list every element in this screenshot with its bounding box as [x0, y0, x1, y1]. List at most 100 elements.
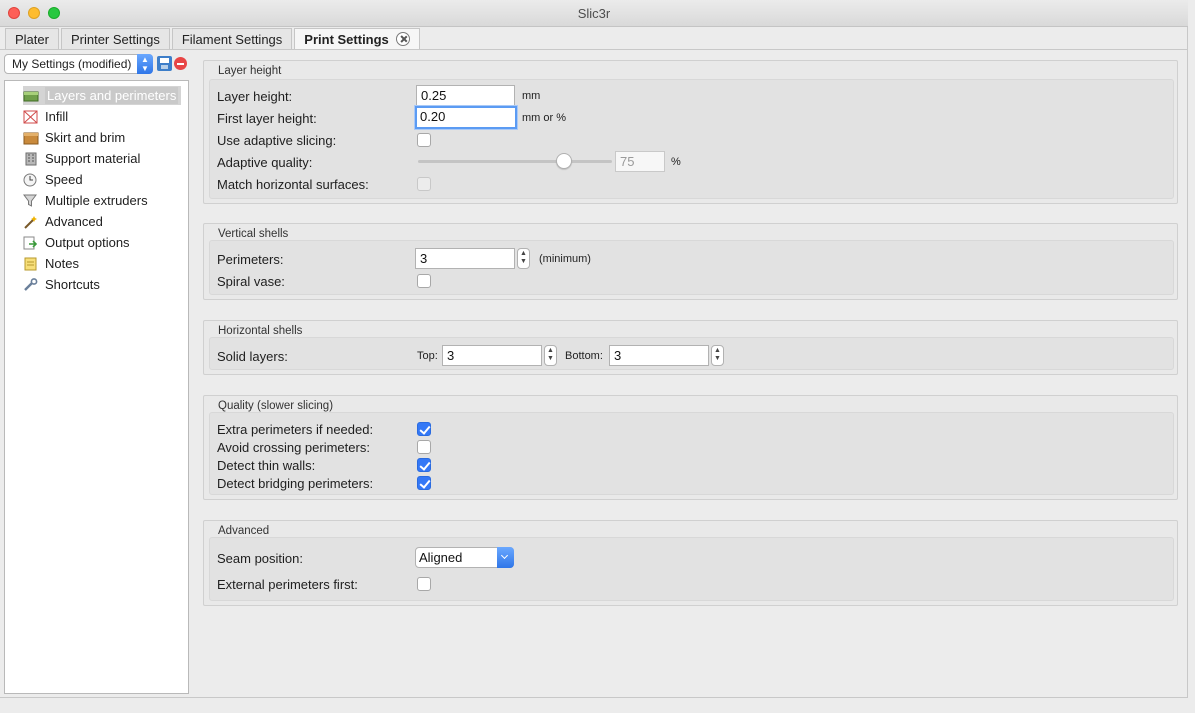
- close-tab-icon[interactable]: [395, 32, 410, 46]
- funnel-icon: [23, 194, 39, 208]
- top-solid-layers-input[interactable]: 3: [442, 345, 542, 366]
- tab-printer-settings[interactable]: Printer Settings: [60, 28, 170, 49]
- bridging-perimeters-checkbox[interactable]: [417, 476, 431, 490]
- layers-icon: [23, 89, 39, 103]
- perimeters-stepper[interactable]: ▲ ▼: [517, 248, 530, 269]
- first-layer-height-unit: mm or %: [522, 112, 566, 124]
- external-perimeters-first-checkbox[interactable]: [417, 577, 431, 591]
- sidebar-item-layers-and-perimeters[interactable]: Layers and perimeters: [23, 86, 182, 105]
- chevron-updown-icon: ▲ ▼: [137, 54, 153, 74]
- adaptive-slicing-label: Use adaptive slicing:: [217, 133, 337, 148]
- seam-position-value: Aligned: [419, 550, 463, 565]
- adaptive-quality-slider[interactable]: [418, 160, 612, 163]
- tab-bar: Plater Printer Settings Filament Setting…: [5, 28, 422, 49]
- sidebar-item-label: Support material: [45, 151, 141, 166]
- wand-icon: [23, 215, 39, 229]
- bottom-label: Bottom:: [565, 350, 603, 362]
- avoid-crossing-checkbox[interactable]: [417, 440, 431, 454]
- layer-height-input[interactable]: 0.25: [416, 85, 515, 106]
- note-icon: [23, 257, 39, 271]
- window-title: Slic3r: [577, 6, 611, 21]
- preset-select[interactable]: My Settings (modified) ▲ ▼: [4, 54, 153, 74]
- sidebar-item-label: Layers and perimeters: [45, 87, 179, 104]
- perimeters-hint: (minimum): [539, 253, 591, 265]
- seam-position-label: Seam position:: [217, 551, 303, 566]
- title-bar: Slic3r: [0, 0, 1188, 27]
- quality-section: Quality (slower slicing) Extra perimeter…: [203, 395, 1178, 500]
- sidebar-item-skirt-and-brim[interactable]: Skirt and brim: [23, 128, 125, 147]
- sidebar-item-notes[interactable]: Notes: [23, 254, 79, 273]
- horizontal-shells-section: Horizontal shells Solid layers: Top: 3 ▲…: [203, 320, 1178, 375]
- building-icon: [23, 152, 39, 166]
- status-bar: [0, 697, 1188, 713]
- section-title: Vertical shells: [218, 228, 289, 240]
- advanced-section: Advanced Seam position: Aligned External…: [203, 520, 1178, 606]
- thin-walls-label: Detect thin walls:: [217, 458, 316, 473]
- save-preset-icon[interactable]: [157, 56, 172, 71]
- adaptive-quality-unit: %: [671, 156, 681, 168]
- vertical-shells-section: Vertical shells Perimeters: 3 ▲ ▼ (minimu…: [203, 223, 1178, 300]
- bottom-solid-layers-input[interactable]: 3: [609, 345, 709, 366]
- match-horizontal-checkbox[interactable]: [417, 177, 431, 191]
- sidebar-item-label: Skirt and brim: [45, 130, 126, 145]
- sidebar-item-output-options[interactable]: Output options: [23, 233, 130, 252]
- preset-select-value: My Settings (modified): [12, 57, 132, 71]
- adaptive-quality-label: Adaptive quality:: [217, 155, 313, 170]
- spiral-vase-label: Spiral vase:: [217, 274, 285, 289]
- sidebar-item-label: Notes: [45, 256, 79, 271]
- avoid-crossing-label: Avoid crossing perimeters:: [217, 440, 370, 455]
- page-export-icon: [23, 236, 39, 250]
- first-layer-height-input[interactable]: 0.20: [415, 106, 517, 129]
- layer-height-unit: mm: [522, 90, 541, 102]
- section-body: [209, 240, 1174, 295]
- top-solid-layers-stepper[interactable]: ▲ ▼: [544, 345, 557, 366]
- sidebar-item-infill[interactable]: Infill: [23, 107, 68, 126]
- tab-print-settings[interactable]: Print Settings: [294, 28, 420, 49]
- sidebar-item-label: Infill: [45, 109, 69, 124]
- extra-perimeters-label: Extra perimeters if needed:: [217, 422, 374, 437]
- app-window: Slic3r Plater Printer Settings Filament …: [0, 0, 1188, 713]
- sidebar-item-label: Output options: [45, 235, 130, 250]
- box-icon: [23, 131, 39, 145]
- delete-preset-icon[interactable]: [174, 57, 187, 70]
- perimeters-input[interactable]: 3: [415, 248, 515, 269]
- sidebar-item-support-material[interactable]: Support material: [23, 149, 140, 168]
- section-title: Quality (slower slicing): [218, 400, 334, 412]
- wrench-icon: [23, 277, 39, 292]
- section-title: Layer height: [218, 65, 282, 77]
- layer-height-label: Layer height:: [217, 89, 293, 104]
- chevron-down-icon: [497, 547, 514, 568]
- infill-icon: [23, 110, 39, 124]
- perimeters-label: Perimeters:: [217, 252, 284, 267]
- bottom-solid-layers-stepper[interactable]: ▲ ▼: [711, 345, 724, 366]
- seam-position-select[interactable]: Aligned: [415, 547, 514, 568]
- tab-print-settings-label: Print Settings: [304, 31, 389, 47]
- sidebar-item-advanced[interactable]: Advanced: [23, 212, 103, 231]
- match-horizontal-label: Match horizontal surfaces:: [217, 177, 369, 192]
- sidebar-item-label: Multiple extruders: [45, 193, 148, 208]
- adaptive-slicing-checkbox[interactable]: [417, 133, 431, 147]
- section-title: Horizontal shells: [218, 325, 303, 337]
- top-label: Top:: [417, 350, 438, 362]
- settings-category-list: Layers and perimeters Infill Skirt and b…: [4, 80, 189, 694]
- bridging-perimeters-label: Detect bridging perimeters:: [217, 476, 374, 491]
- sidebar-item-label: Shortcuts: [45, 277, 100, 292]
- layer-height-section: Layer height Layer height: 0.25 mm First…: [203, 60, 1178, 204]
- first-layer-height-label: First layer height:: [217, 111, 317, 126]
- sidebar-item-multiple-extruders[interactable]: Multiple extruders: [23, 191, 148, 210]
- external-perimeters-first-label: External perimeters first:: [217, 577, 358, 592]
- adaptive-quality-input[interactable]: 75: [615, 151, 665, 172]
- extra-perimeters-checkbox[interactable]: [417, 422, 431, 436]
- sidebar-item-label: Advanced: [45, 214, 103, 229]
- solid-layers-label: Solid layers:: [217, 349, 288, 364]
- sidebar-item-speed[interactable]: Speed: [23, 170, 83, 189]
- adaptive-quality-slider-knob[interactable]: [555, 153, 572, 169]
- sidebar-item-label: Speed: [45, 172, 83, 187]
- tab-filament-settings[interactable]: Filament Settings: [171, 28, 293, 49]
- thin-walls-checkbox[interactable]: [417, 458, 431, 472]
- sidebar-item-shortcuts[interactable]: Shortcuts: [23, 275, 100, 294]
- tab-plater[interactable]: Plater: [5, 28, 59, 49]
- spiral-vase-checkbox[interactable]: [417, 274, 431, 288]
- clock-icon: [23, 173, 39, 187]
- tab-divider: [0, 49, 1188, 50]
